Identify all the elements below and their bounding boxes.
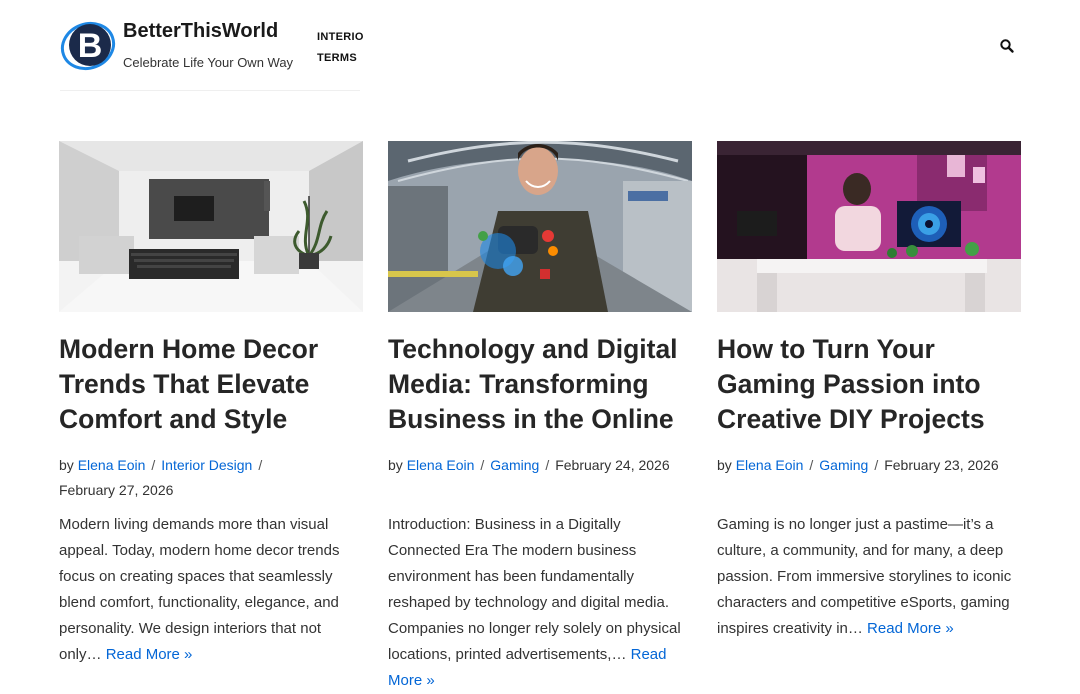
site-logo[interactable]: B [60, 16, 116, 72]
nav-item-interior[interactable]: INTERIOR [317, 27, 363, 48]
post-date: February 27, 2026 [59, 482, 174, 498]
read-more-link[interactable]: Read More » [867, 620, 954, 637]
logo-letter: B [78, 27, 103, 65]
post-thumbnail-gaming-room[interactable] [717, 141, 1021, 312]
man-with-phone-image [388, 141, 692, 312]
living-room-image [59, 141, 363, 312]
post-thumbnail-man-with-phone[interactable] [388, 141, 692, 312]
post-excerpt: Modern living demands more than visual a… [59, 512, 363, 668]
byline-prefix: by [388, 457, 403, 473]
excerpt-text: Modern living demands more than visual a… [59, 516, 340, 663]
search-icon[interactable] [999, 38, 1015, 54]
header-divider [60, 90, 360, 91]
post-title[interactable]: Modern Home Decor Trends That Elevate Co… [59, 332, 363, 437]
post-meta: by Elena Eoin / Interior Design / February … [59, 457, 263, 498]
post-title[interactable]: Technology and Digital Media: Transformi… [388, 332, 692, 437]
byline-prefix: by [717, 457, 732, 473]
post-title[interactable]: How to Turn Your Gaming Passion into Cre… [717, 332, 1021, 437]
post-meta: by Elena Eoin / Gaming / February 24, 2026 [388, 457, 670, 473]
site-tagline: Celebrate Life Your Own Way [123, 55, 294, 70]
site-header: B BetterThisWorld Celebrate Life Your Ow… [0, 0, 1080, 112]
post-excerpt: Gaming is no longer just a pastime—it’s … [717, 512, 1021, 642]
post-card: How to Turn Your Gaming Passion into Cre… [717, 141, 1021, 642]
author-link[interactable]: Elena Eoin [407, 457, 475, 473]
author-link[interactable]: Elena Eoin [736, 457, 804, 473]
category-link[interactable]: Interior Design [161, 457, 252, 473]
site-title[interactable]: BetterThisWorld [123, 20, 278, 43]
category-link[interactable]: Gaming [819, 457, 868, 473]
post-card: Modern Home Decor Trends That Elevate Co… [59, 141, 363, 668]
primary-nav: INTERIOR TERMS [317, 27, 363, 69]
post-excerpt: Introduction: Business in a Digitally Co… [388, 512, 692, 694]
gaming-room-image [717, 141, 1021, 312]
excerpt-text: Introduction: Business in a Digitally Co… [388, 516, 681, 663]
byline-prefix: by [59, 457, 74, 473]
post-date: February 24, 2026 [555, 457, 670, 473]
post-date: February 23, 2026 [884, 457, 999, 473]
category-link[interactable]: Gaming [490, 457, 539, 473]
read-more-link[interactable]: Read More » [106, 646, 193, 663]
excerpt-text: Gaming is no longer just a pastime—it’s … [717, 516, 1012, 637]
nav-item-terms[interactable]: TERMS [317, 48, 363, 69]
author-link[interactable]: Elena Eoin [78, 457, 146, 473]
post-thumbnail-living-room[interactable] [59, 141, 363, 312]
post-card: Technology and Digital Media: Transformi… [388, 141, 692, 694]
post-meta: by Elena Eoin / Gaming / February 23, 2026 [717, 457, 999, 473]
